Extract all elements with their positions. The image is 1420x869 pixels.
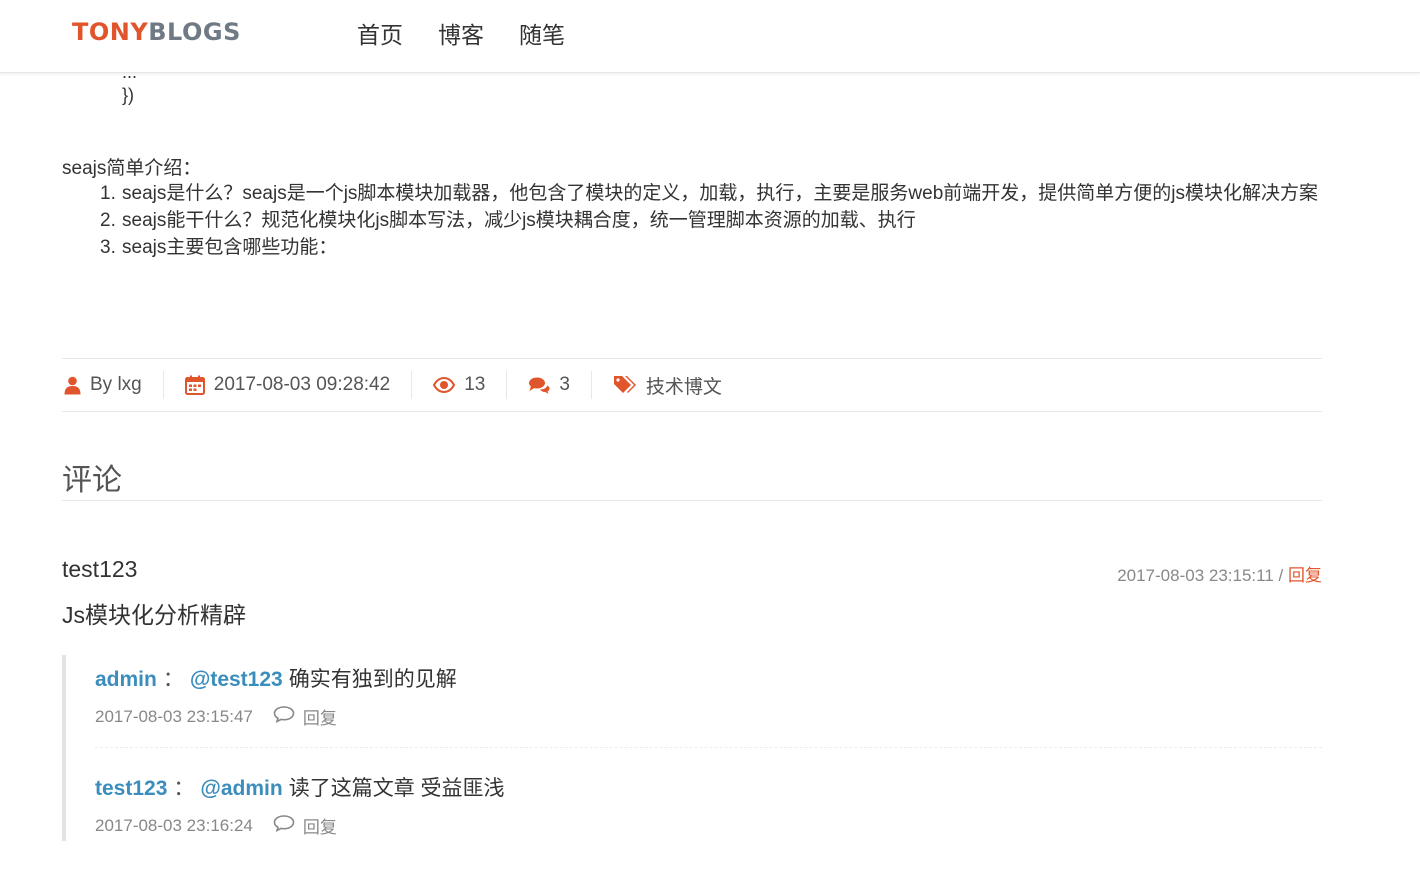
list-number: 2. [100, 210, 116, 231]
nav-home[interactable]: 首页 [357, 16, 403, 50]
list-item: 2. seajs能干什么？规范化模块化js脚本写法，减少js模块耦合度，统一管理… [100, 207, 1325, 234]
reply-colon: ： [162, 668, 184, 691]
reply-author-link[interactable]: test123 [95, 777, 167, 800]
tags-icon [613, 375, 637, 395]
comment-body: Js模块化分析精辟 [62, 602, 246, 628]
divider [62, 500, 1322, 501]
comments-heading: 评论 [62, 464, 122, 497]
speech-bubble-icon [273, 705, 295, 728]
list-text: seajs主要包含哪些功能： [122, 237, 338, 258]
logo-part-blogs: BLOGS [148, 18, 241, 46]
meta-author-text: By lxg [90, 374, 142, 395]
reply-button-label[interactable]: 回复 [303, 813, 337, 838]
reply-time: 2017-08-03 23:15:47 [95, 706, 253, 726]
comment-reply-button[interactable]: 回复 [1288, 566, 1322, 585]
reply-button[interactable]: 回复 [273, 704, 337, 729]
nav-essays[interactable]: 随笔 [519, 16, 565, 50]
divider [95, 747, 1322, 748]
list-number: 3. [100, 237, 116, 258]
code-line: }) [122, 85, 135, 105]
reply-footer: 2017-08-03 23:15:47 回复 [95, 704, 1322, 729]
meta-author: By lxg [62, 371, 163, 399]
reply-line: admin： @test123 确实有独到的见解 [95, 663, 1322, 693]
reply-button[interactable]: 回复 [273, 813, 337, 838]
reply-mention-link[interactable]: @test123 [190, 668, 283, 691]
list-text: seajs能干什么？规范化模块化js脚本写法，减少js模块耦合度，统一管理脚本资… [122, 210, 916, 231]
reply-text: 读了这篇文章 受益匪浅 [288, 777, 505, 800]
meta-comments: 3 [506, 371, 591, 399]
site-logo[interactable]: TONYBLOGS [72, 18, 241, 46]
intro-title: seajs简单介绍： [62, 158, 202, 179]
meta-tags[interactable]: 技术博文 [590, 371, 743, 399]
logo-part-tony: TONY [72, 18, 149, 46]
reply-item: test123 ： @admin 读了这篇文章 受益匪浅 2017-08-03 23:… [95, 772, 1322, 838]
meta-comments-count: 3 [559, 374, 570, 395]
reply-time: 2017-08-03 23:16:24 [95, 815, 253, 835]
intro-list: 1. seajs是什么？seajs是一个js脚本模块加载器，他包含了模块的定义，… [100, 180, 1325, 261]
meta-tag-text[interactable]: 技术博文 [646, 372, 722, 399]
comments-icon [528, 376, 550, 394]
reply-mention-link[interactable]: @admin [200, 777, 282, 800]
post-meta-bar: By lxg 2017-08-03 09:28:42 13 3 技术博文 [62, 358, 1322, 412]
eye-icon [433, 377, 456, 393]
meta-views: 13 [411, 371, 506, 399]
reply-footer: 2017-08-03 23:16:24 回复 [95, 813, 1322, 838]
reply-button-label[interactable]: 回复 [303, 704, 337, 729]
calendar-icon [184, 375, 205, 395]
reply-text: 确实有独到的见解 [288, 668, 457, 691]
reply-item: admin： @test123 确实有独到的见解 2017-08-03 23:15:… [95, 663, 1322, 729]
reply-author-link[interactable]: admin [95, 668, 157, 691]
reply-list: admin： @test123 确实有独到的见解 2017-08-03 23:15:… [62, 655, 1326, 841]
meta-views-count: 13 [464, 374, 486, 395]
meta-date: 2017-08-03 09:28:42 [162, 371, 411, 399]
nav-blog[interactable]: 博客 [438, 16, 484, 50]
meta-date-text: 2017-08-03 09:28:42 [213, 374, 391, 395]
comment-time: 2017-08-03 23:15:11 [1117, 566, 1274, 585]
list-number: 1. [100, 183, 116, 204]
main-nav: 首页 博客 随笔 [357, 16, 565, 50]
comment-separator: / [1278, 566, 1284, 585]
list-text: seajs是什么？seajs是一个js脚本模块加载器，他包含了模块的定义，加载，… [122, 183, 1319, 204]
comment-author: test123 [62, 556, 138, 582]
site-header: TONYBLOGS 首页 博客 随笔 [0, 0, 1420, 73]
list-item: 1. seajs是什么？seajs是一个js脚本模块加载器，他包含了模块的定义，… [100, 180, 1325, 207]
comment-meta: 2017-08-03 23:15:11 / 回复 [1117, 561, 1322, 586]
list-item: 3. seajs主要包含哪些功能： [100, 234, 1325, 261]
reply-line: test123 ： @admin 读了这篇文章 受益匪浅 [95, 772, 1322, 802]
reply-colon: ： [173, 777, 195, 800]
user-icon [64, 376, 81, 395]
speech-bubble-icon [273, 814, 295, 837]
